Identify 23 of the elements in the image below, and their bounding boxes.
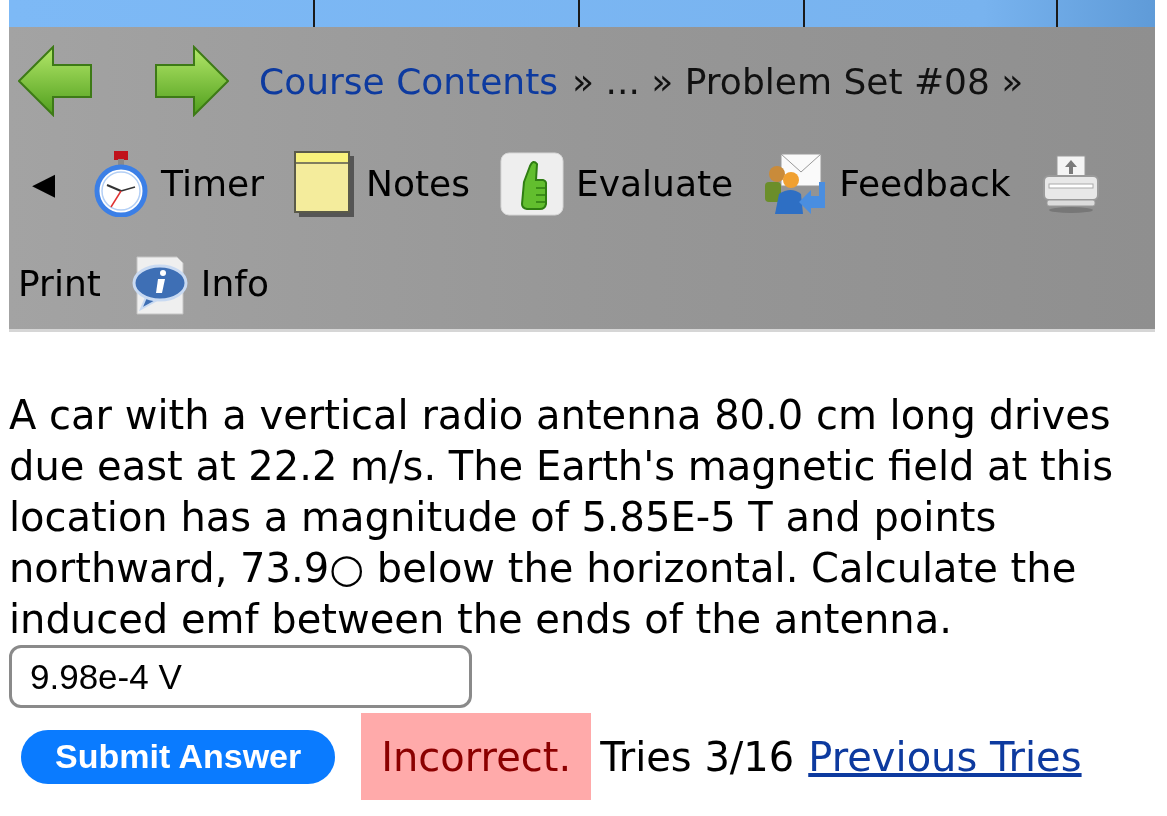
answer-field[interactable]: 9.98e-4 V	[9, 645, 472, 708]
stopwatch-icon[interactable]	[93, 151, 150, 217]
breadcrumb-link[interactable]: Course Contents	[259, 60, 559, 102]
left-arrow-icon[interactable]	[18, 45, 92, 117]
breadcrumb-trail: » ... » Problem Set #08 »	[572, 60, 1024, 102]
sticky-note-icon[interactable]	[294, 151, 354, 217]
printer-icon[interactable]	[1040, 154, 1101, 214]
question-text: A car with a vertical radio antenna 80.0 cm long drives due east at 22.2 m/s. The Earth's magnetic field at this location has a magnitude of 5.85E-5 T and points northward, 73.9○ below the horizontal. Calculate the induced emf between the ends of the antenna.	[9, 391, 1114, 644]
info-icon[interactable]	[130, 253, 189, 315]
result-message: Incorrect.	[361, 713, 592, 800]
toolbar-link[interactable]: Timer	[161, 163, 264, 205]
toolbar-toggle[interactable]: ◀	[32, 166, 56, 202]
right-arrow-icon[interactable]	[155, 45, 229, 117]
mail-people-icon[interactable]	[763, 152, 828, 216]
previous-tries-link[interactable]: Previous Tries	[808, 733, 1082, 780]
toolbar-link[interactable]: Notes	[366, 163, 470, 205]
thumbs-up-icon[interactable]	[499, 152, 564, 216]
tries-count: Tries 3/16	[600, 733, 795, 780]
submit-answer-button[interactable]: Submit Answer	[21, 729, 336, 784]
toolbar-link[interactable]: Print	[18, 263, 101, 305]
toolbar-link[interactable]: Info	[200, 263, 269, 305]
toolbar-link[interactable]: Evaluate	[575, 163, 734, 205]
toolbar-link[interactable]: Feedback	[839, 163, 1011, 205]
